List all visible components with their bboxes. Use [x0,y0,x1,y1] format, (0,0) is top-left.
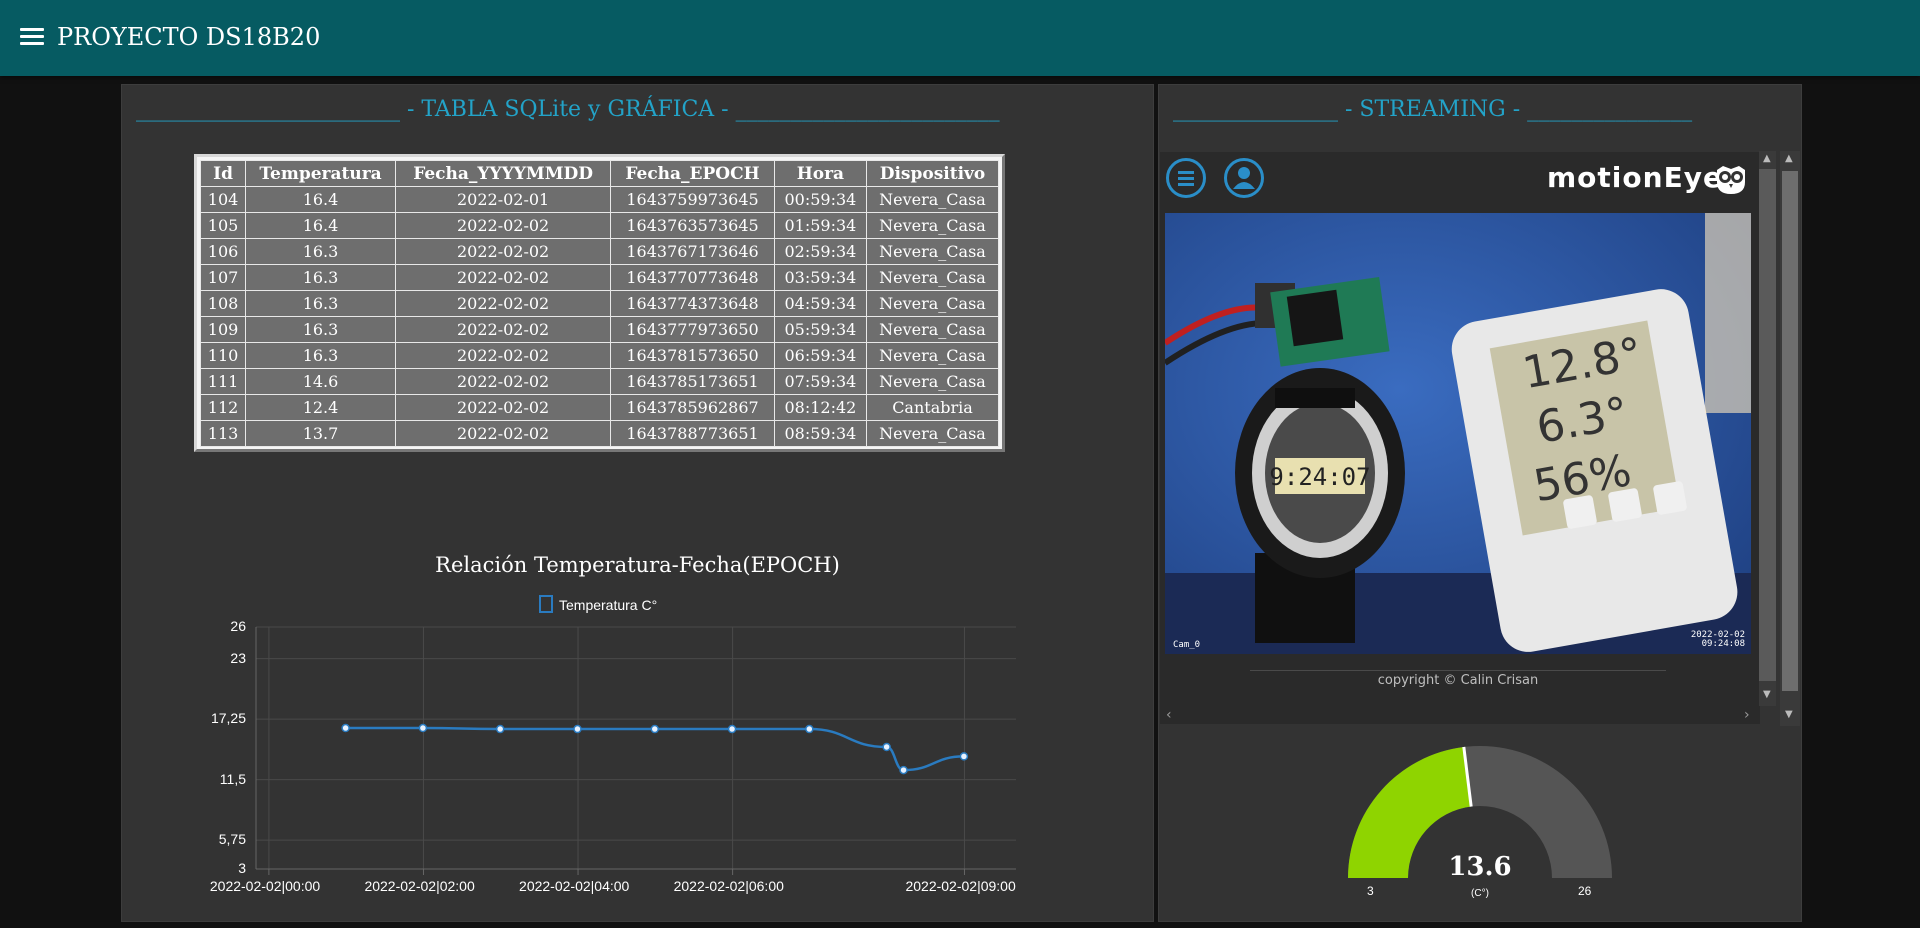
gauge-unit: (C°) [1471,888,1489,899]
data-point [805,724,814,734]
y-tick-label: 11,5 [219,770,246,787]
outer-scroll-up-icon[interactable]: ▲ [1785,153,1793,164]
scroll-up-arrow-icon[interactable]: ▲ [1763,153,1771,164]
temperature-chart [255,626,1016,875]
x-tick-label: 2022-02-02|06:00 [673,878,784,894]
horizontal-scrollbar[interactable]: ‹ › [1160,706,1758,724]
y-tick-label: 23 [230,649,246,666]
motioneye-logo: motionEye [1547,161,1723,194]
svg-text:9:24:07: 9:24:07 [1269,463,1370,491]
user-circle-icon[interactable] [1224,158,1264,198]
y-tick-label: 26 [230,618,246,634]
data-point [573,724,582,734]
camera-time-overlay: 2022-02-02 09:24:08 [1690,630,1745,649]
y-tick-label: 17,25 [210,710,246,727]
x-tick-label: 2022-02-02|04:00 [519,878,630,894]
owl-logo-icon [1717,166,1745,194]
scroll-right-arrow-icon[interactable]: › [1744,707,1750,723]
data-point [341,723,350,733]
data-point [418,723,428,733]
outer-scroll-thumb[interactable] [1782,171,1798,691]
data-point [495,724,505,734]
camera-name-overlay: Cam_0 [1173,640,1201,650]
footer-divider [1250,670,1666,671]
camera-image: 9:24:07 12.8° 6.3° 56% [1165,213,1751,654]
inner-scroll-thumb[interactable] [1759,169,1776,681]
data-point [899,765,908,775]
scroll-down-arrow-icon[interactable]: ▼ [1763,689,1771,700]
outer-scroll-down-icon[interactable]: ▼ [1785,709,1793,720]
gauge-value: 13.6 [1448,852,1512,882]
series-line [345,726,964,772]
app-title: PROYECTO DS18B20 [57,23,321,51]
top-app-bar: PROYECTO DS18B20 [0,0,1920,76]
x-tick-label: 2022-02-02|02:00 [364,878,475,894]
data-point [650,724,660,734]
inner-vertical-scrollbar[interactable]: ▲ ▼ [1759,151,1776,706]
data-point [959,752,969,761]
copyright-text: copyright © Calin Crisan [1377,673,1539,688]
x-tick-label: 2022-02-02|00:00 [209,878,321,894]
y-tick-label: 5,75 [218,831,246,848]
x-tick-label: 2022-02-02|09:00 [905,878,1016,894]
gauge-max: 26 [1578,884,1592,898]
hamburger-circle-icon[interactable] [1166,158,1206,198]
scroll-left-arrow-icon[interactable]: ‹ [1166,707,1172,723]
menu-icon[interactable] [20,28,44,48]
outer-vertical-scrollbar[interactable]: ▲ ▼ [1780,151,1800,726]
table-chart-panel: ________________________ - TABLA SQLite … [121,84,1154,922]
camera-stream[interactable]: 9:24:07 12.8° 6.3° 56% Cam_0 2022-02-02 … [1165,213,1751,654]
streaming-title: _______________ - STREAMING - __________… [1173,97,1693,122]
gauge-min: 3 [1367,884,1374,898]
y-tick-label: 3 [238,860,246,876]
data-point [727,724,737,734]
data-point [882,742,891,752]
